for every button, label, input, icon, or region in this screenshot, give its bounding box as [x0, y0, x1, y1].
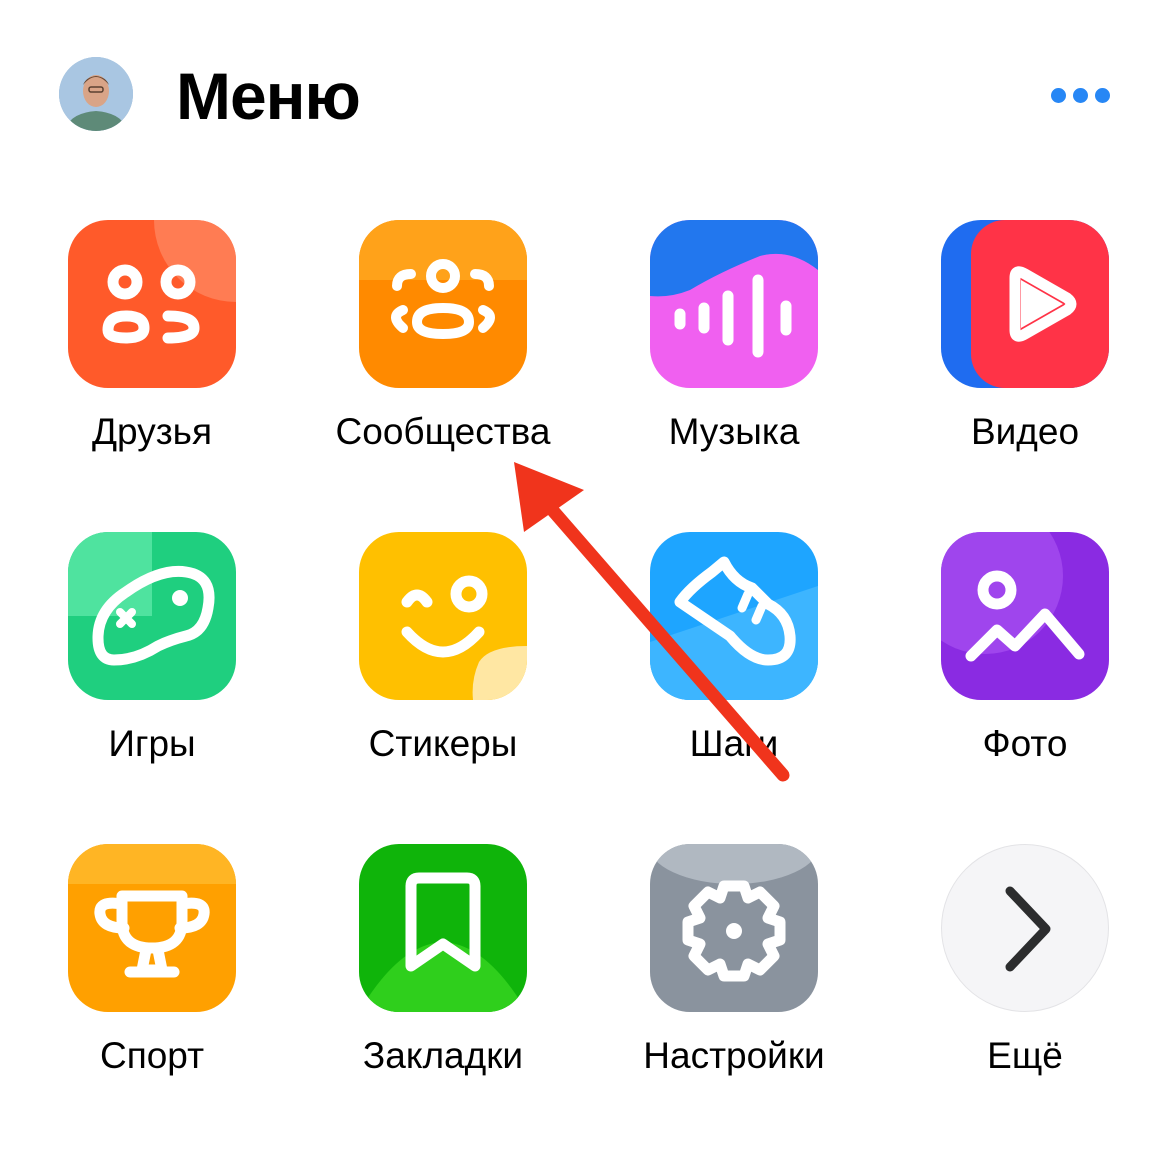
- friends-icon: [68, 220, 236, 388]
- menu-item-video[interactable]: Видео: [880, 220, 1140, 490]
- menu-item-settings[interactable]: Настройки: [589, 844, 849, 1114]
- menu-item-music[interactable]: Музыка: [589, 220, 849, 490]
- menu-item-steps[interactable]: Шаги: [589, 532, 849, 802]
- menu-item-label: Настройки: [643, 1035, 825, 1076]
- chevron-right-icon: [941, 844, 1109, 1012]
- communities-icon: [359, 220, 527, 388]
- menu-item-more[interactable]: Ещё: [880, 844, 1140, 1114]
- menu-item-label: Стикеры: [368, 723, 518, 764]
- sport-icon: [68, 844, 236, 1012]
- video-icon: [941, 220, 1109, 388]
- stickers-icon: [359, 532, 527, 700]
- menu-item-label: Ещё: [987, 1035, 1063, 1076]
- menu-item-label: Сообщества: [335, 411, 551, 452]
- menu-item-label: Видео: [970, 411, 1080, 452]
- bookmarks-icon: [359, 844, 527, 1012]
- menu-item-stickers[interactable]: Стикеры: [298, 532, 558, 802]
- music-icon: [650, 220, 818, 388]
- dots-horizontal-icon: [1050, 87, 1066, 103]
- menu-item-label: Музыка: [668, 411, 800, 452]
- menu-item-label: Шаги: [689, 723, 779, 764]
- page-title: Меню: [176, 59, 361, 133]
- more-options-button[interactable]: [1040, 78, 1120, 112]
- games-icon: [68, 532, 236, 700]
- avatar[interactable]: [59, 57, 133, 131]
- menu-item-friends[interactable]: Друзья: [7, 220, 267, 490]
- steps-icon: [650, 532, 818, 700]
- menu-item-label: Закладки: [362, 1035, 524, 1076]
- avatar-photo: [59, 57, 133, 131]
- menu-item-label: Спорт: [99, 1035, 205, 1076]
- menu-item-communities[interactable]: Сообщества: [298, 220, 558, 490]
- photo-icon: [941, 532, 1109, 700]
- menu-item-label: Игры: [108, 723, 196, 764]
- menu-item-sport[interactable]: Спорт: [7, 844, 267, 1114]
- menu-item-label: Друзья: [92, 411, 212, 452]
- menu-item-bookmarks[interactable]: Закладки: [298, 844, 558, 1114]
- settings-icon: [650, 844, 818, 1012]
- menu-item-photo[interactable]: Фото: [880, 532, 1140, 802]
- menu-item-games[interactable]: Игры: [7, 532, 267, 802]
- menu-item-label: Фото: [982, 723, 1068, 764]
